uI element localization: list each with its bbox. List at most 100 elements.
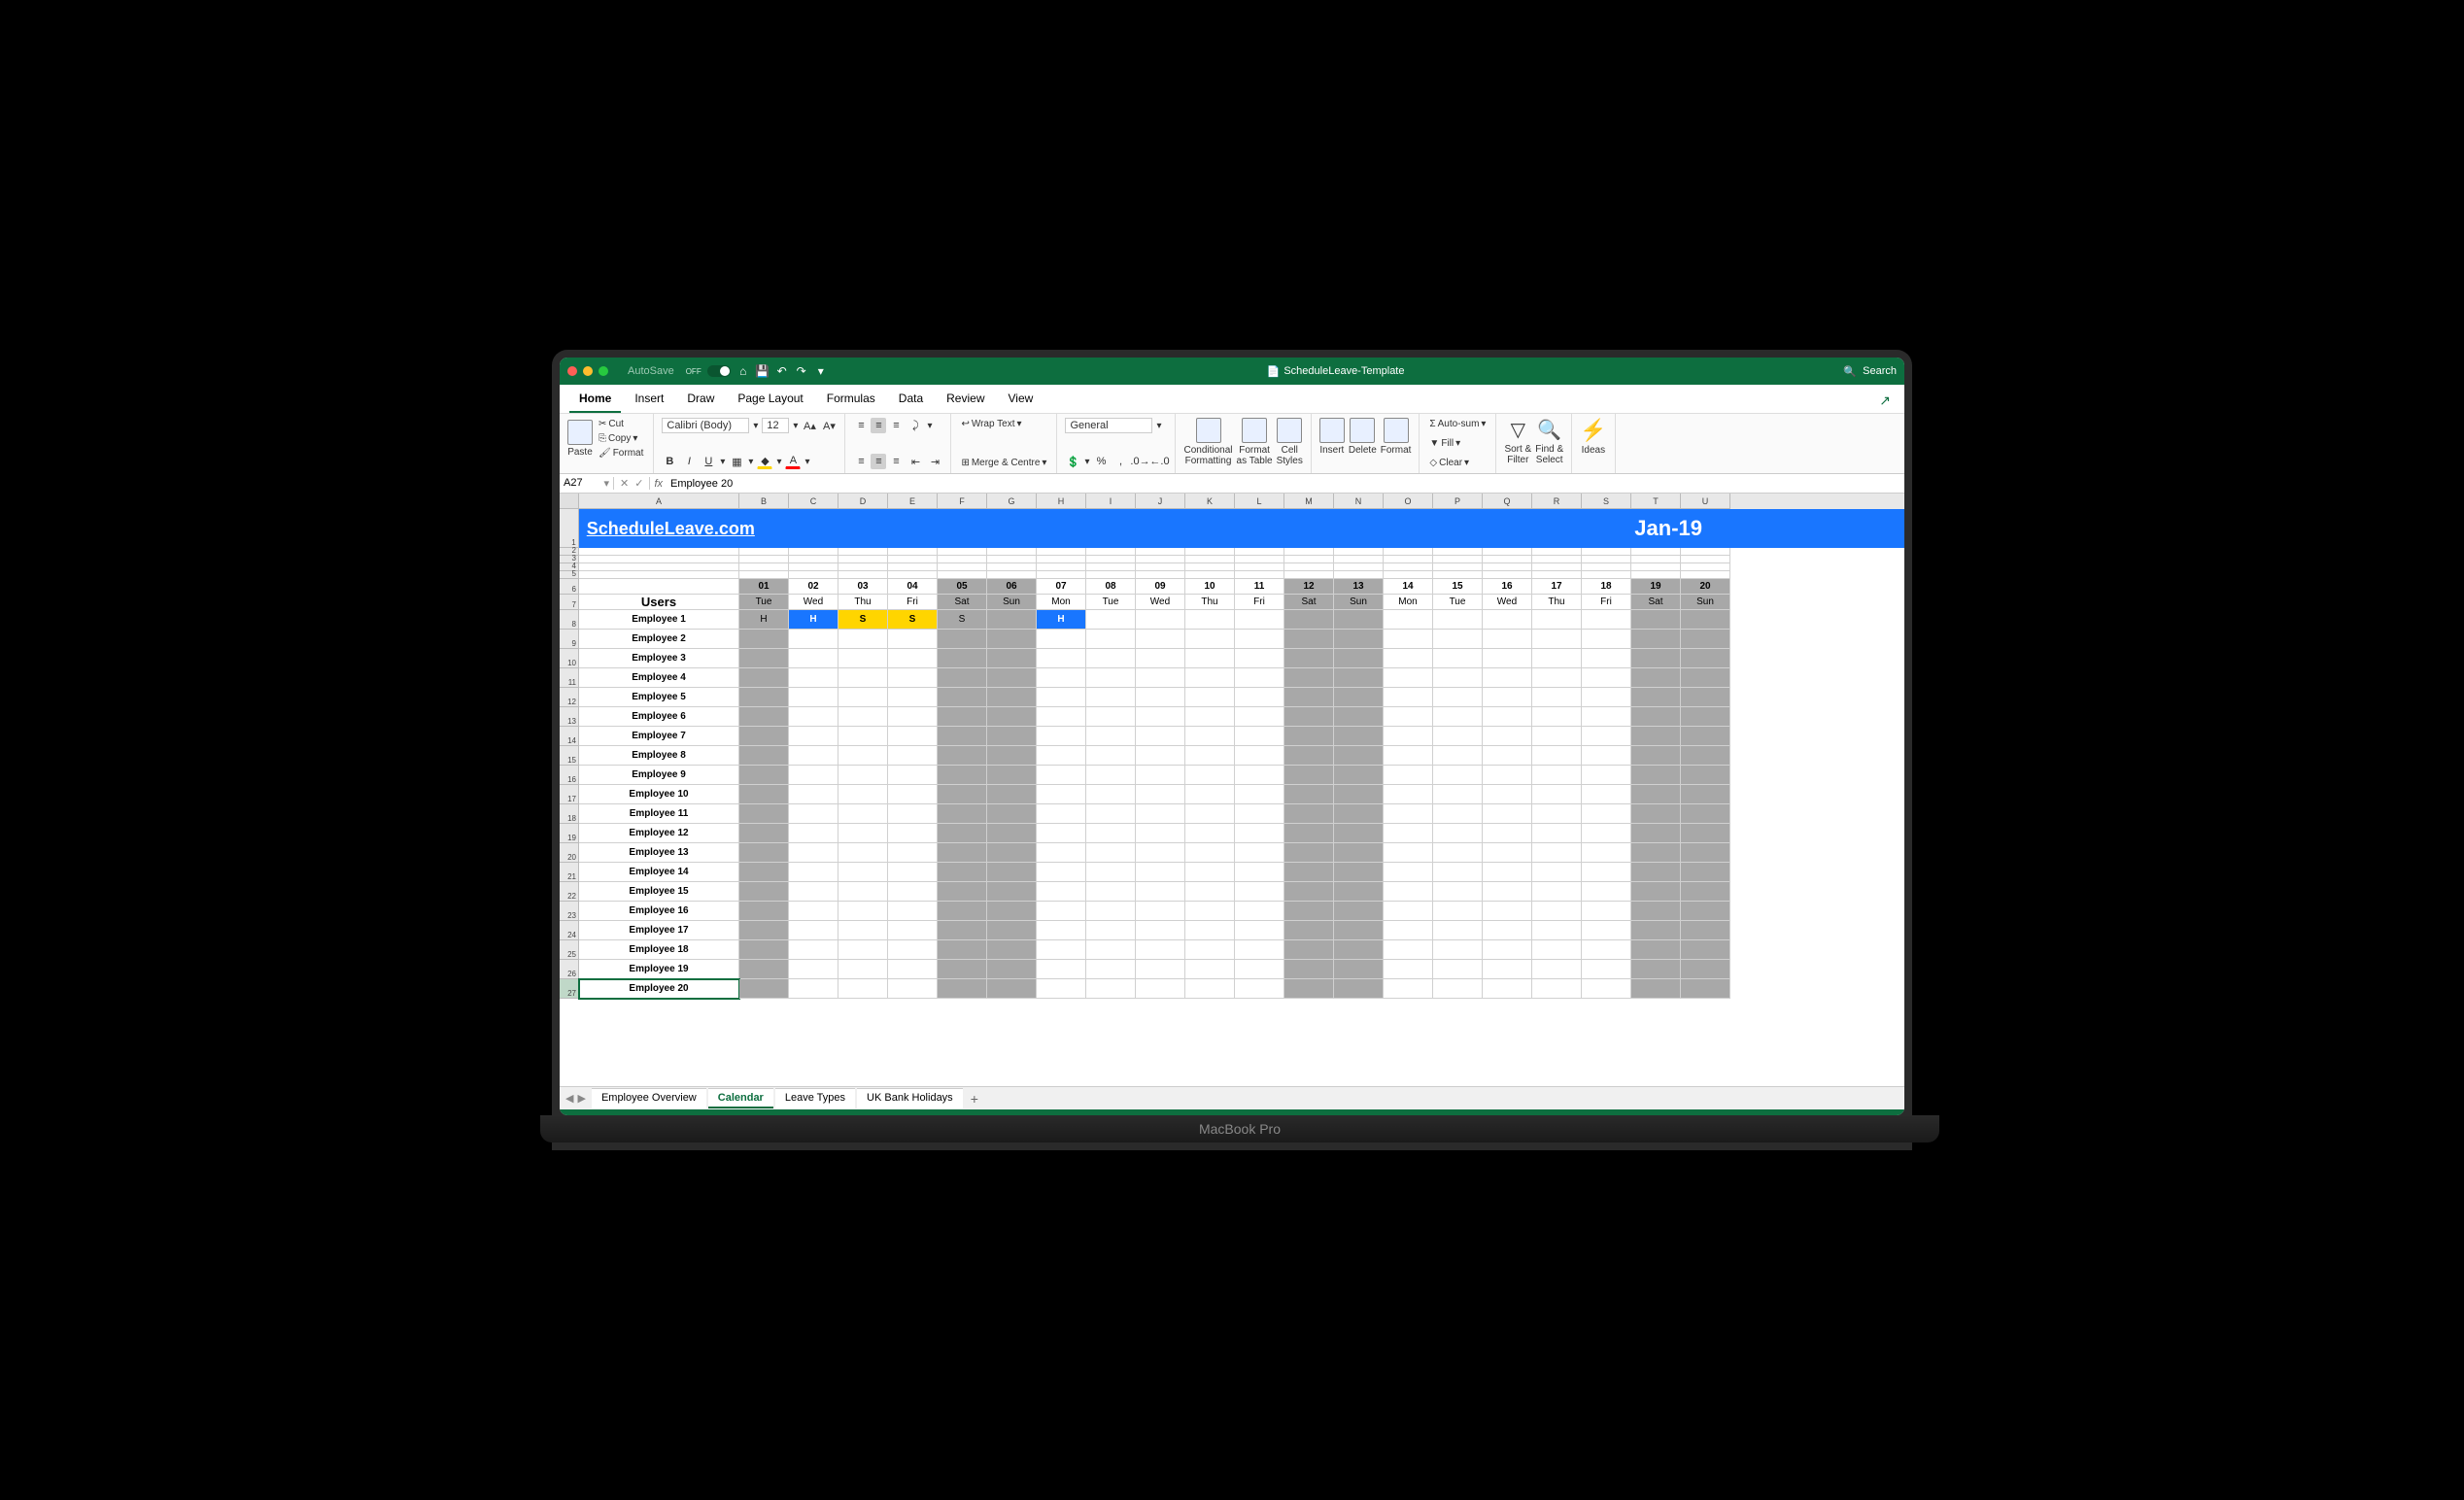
row-header[interactable]: 13 [560,707,579,727]
cell[interactable] [1483,548,1532,556]
leave-cell[interactable] [1631,766,1681,785]
cell[interactable] [579,571,739,579]
day-name-cell[interactable]: Sun [1334,595,1384,610]
leave-cell[interactable] [1384,843,1433,863]
leave-cell[interactable] [1384,902,1433,921]
cell[interactable] [1284,556,1334,563]
add-sheet-button[interactable]: + [963,1091,986,1107]
row-header[interactable]: 3 [560,556,579,563]
leave-cell[interactable] [789,766,838,785]
leave-cell[interactable] [938,824,987,843]
leave-cell[interactable] [1384,979,1433,999]
minimize-window-button[interactable] [583,366,593,376]
leave-cell[interactable] [1235,824,1284,843]
sort-filter-button[interactable]: ▽Sort & Filter [1504,418,1531,465]
leave-cell[interactable] [888,863,938,882]
leave-cell[interactable] [1681,940,1730,960]
leave-cell[interactable] [1681,804,1730,824]
column-header[interactable]: M [1284,494,1334,509]
leave-cell[interactable] [1037,863,1086,882]
paste-button[interactable]: Paste [567,420,593,458]
cancel-formula-icon[interactable]: ✕ [620,477,629,490]
increase-decimal-icon[interactable]: .0→ [1132,454,1147,469]
day-number-cell[interactable]: 09 [1136,579,1185,595]
leave-cell[interactable] [1532,863,1582,882]
leave-cell[interactable] [1483,843,1532,863]
leave-cell[interactable] [789,902,838,921]
leave-cell[interactable] [1384,668,1433,688]
day-number-cell[interactable]: 10 [1185,579,1235,595]
orientation-button[interactable]: ⤸ [907,418,923,433]
leave-cell[interactable] [888,766,938,785]
leave-cell[interactable] [987,727,1037,746]
leave-cell[interactable] [888,824,938,843]
leave-cell[interactable] [938,707,987,727]
leave-cell[interactable] [1235,668,1284,688]
leave-cell[interactable] [1483,785,1532,804]
cell[interactable] [1582,556,1631,563]
leave-cell[interactable] [938,921,987,940]
leave-cell[interactable] [1532,921,1582,940]
cell[interactable] [838,563,888,571]
leave-cell[interactable] [1532,707,1582,727]
bold-button[interactable]: B [662,454,677,469]
leave-cell[interactable] [1235,707,1284,727]
leave-cell[interactable] [1037,727,1086,746]
employee-name-cell[interactable]: Employee 18 [579,940,739,960]
search-label[interactable]: Search [1863,365,1897,377]
leave-cell[interactable] [1433,979,1483,999]
leave-cell[interactable] [1185,785,1235,804]
leave-cell[interactable] [789,940,838,960]
leave-cell[interactable] [838,882,888,902]
leave-cell[interactable] [1284,649,1334,668]
leave-cell[interactable] [1532,843,1582,863]
leave-cell[interactable] [1334,688,1384,707]
leave-cell[interactable] [1086,882,1136,902]
leave-cell[interactable] [1136,940,1185,960]
leave-cell[interactable] [1681,746,1730,766]
tab-view[interactable]: View [999,386,1044,413]
leave-cell[interactable] [1532,960,1582,979]
leave-cell[interactable] [888,668,938,688]
column-header[interactable]: C [789,494,838,509]
qat-dropdown-icon[interactable]: ▾ [814,364,828,378]
row-header[interactable]: 23 [560,902,579,921]
fill-color-button[interactable]: ◆ [757,454,772,469]
cell[interactable] [1086,548,1136,556]
leave-cell[interactable] [1582,707,1631,727]
leave-cell[interactable] [1284,707,1334,727]
leave-cell[interactable] [1582,882,1631,902]
find-select-button[interactable]: 🔍Find & Select [1535,418,1563,465]
cell[interactable] [1631,563,1681,571]
leave-cell[interactable] [987,863,1037,882]
chevron-down-icon[interactable]: ▾ [776,457,781,467]
row-header[interactable]: 15 [560,746,579,766]
cell[interactable] [987,556,1037,563]
leave-cell[interactable] [838,746,888,766]
undo-icon[interactable]: ↶ [775,364,789,378]
leave-cell[interactable] [1532,649,1582,668]
leave-cell[interactable] [1235,746,1284,766]
column-header[interactable]: H [1037,494,1086,509]
leave-cell[interactable] [987,688,1037,707]
leave-cell[interactable] [1681,785,1730,804]
column-header[interactable]: B [739,494,789,509]
italic-button[interactable]: I [681,454,697,469]
cell[interactable] [1185,563,1235,571]
row-header[interactable]: 2 [560,548,579,556]
cell[interactable] [1483,571,1532,579]
leave-cell[interactable] [1384,921,1433,940]
leave-cell[interactable] [1483,863,1532,882]
cell[interactable] [1235,556,1284,563]
leave-cell[interactable] [1037,902,1086,921]
leave-cell[interactable] [1582,824,1631,843]
accept-formula-icon[interactable]: ✓ [634,477,643,490]
leave-cell[interactable] [1433,940,1483,960]
leave-cell[interactable] [938,960,987,979]
increase-font-icon[interactable]: A▴ [802,418,817,433]
leave-cell[interactable] [1433,727,1483,746]
leave-cell[interactable] [838,630,888,649]
leave-cell[interactable] [1631,746,1681,766]
day-number-cell[interactable]: 01 [739,579,789,595]
leave-cell[interactable] [1681,766,1730,785]
